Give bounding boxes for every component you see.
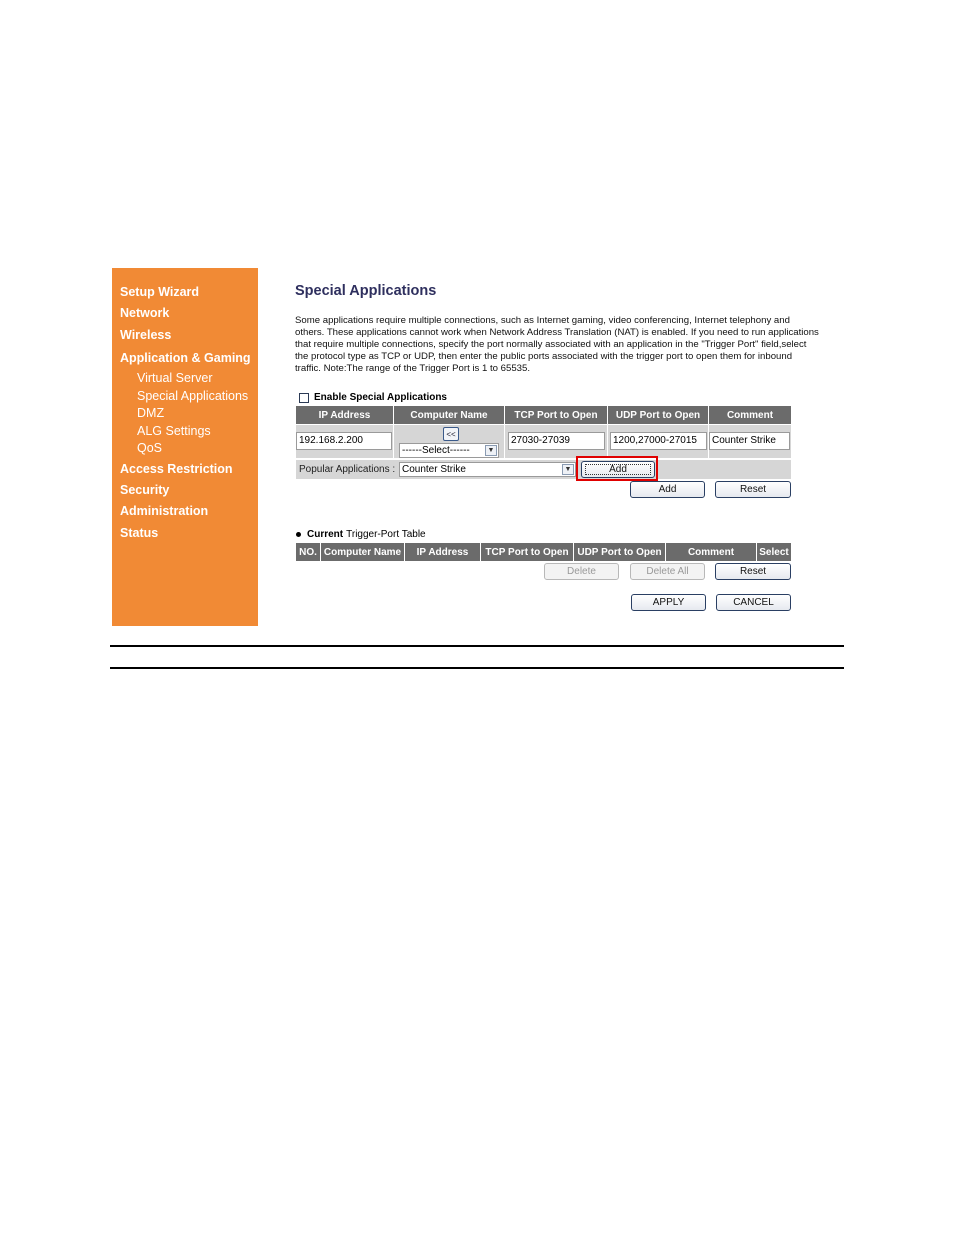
nav-special-applications[interactable]: Special Applications — [137, 389, 248, 403]
nav-status[interactable]: Status — [120, 526, 158, 540]
chevron-down-icon[interactable]: ▼ — [485, 445, 497, 456]
popular-applications-value: Counter Strike — [402, 464, 466, 475]
nav-virtual-server[interactable]: Virtual Server — [137, 371, 213, 385]
chevron-down-icon[interactable]: ▼ — [562, 464, 574, 475]
header-tcp-port: TCP Port to Open — [505, 406, 608, 424]
nav-administration[interactable]: Administration — [120, 504, 208, 518]
apply-button[interactable]: APPLY — [631, 594, 706, 611]
delete-button[interactable]: Delete — [544, 563, 619, 580]
sidebar-nav: Setup Wizard Network Wireless Applicatio… — [112, 268, 258, 626]
comment-input[interactable]: Counter Strike — [709, 432, 790, 450]
divider-line — [110, 645, 844, 647]
enable-special-applications[interactable]: Enable Special Applications — [299, 392, 447, 403]
add-button[interactable]: Add — [630, 481, 705, 498]
bullet-icon — [296, 532, 301, 537]
table-title-bold: Current — [307, 529, 344, 540]
nav-dmz[interactable]: DMZ — [137, 406, 164, 420]
table-reset-button[interactable]: Reset — [715, 563, 791, 580]
nav-qos[interactable]: QoS — [137, 441, 162, 455]
nav-application-gaming[interactable]: Application & Gaming — [120, 351, 251, 365]
table-header-ip-address: IP Address — [405, 543, 481, 561]
popular-applications-select[interactable]: Counter Strike ▼ — [399, 462, 576, 477]
table-header-no: NO. — [296, 543, 321, 561]
header-ip-address: IP Address — [296, 406, 394, 424]
cancel-button[interactable]: CANCEL — [716, 594, 791, 611]
delete-all-button[interactable]: Delete All — [630, 563, 705, 580]
nav-network[interactable]: Network — [120, 306, 169, 320]
table-title-rest: Trigger-Port Table — [346, 529, 426, 540]
udp-port-input[interactable]: 1200,27000-27015 — [610, 432, 707, 450]
header-comment: Comment — [709, 406, 791, 424]
ip-address-input[interactable]: 192.168.2.200 — [296, 432, 392, 450]
table-header-computer-name: Computer Name — [321, 543, 405, 561]
nav-security[interactable]: Security — [120, 483, 169, 497]
reset-button[interactable]: Reset — [715, 481, 791, 498]
tcp-port-input[interactable]: 27030-27039 — [508, 432, 605, 450]
page-title: Special Applications — [295, 283, 437, 299]
trigger-port-table-title: Current Trigger-Port Table — [296, 529, 426, 540]
table-header-comment: Comment — [666, 543, 757, 561]
enable-checkbox[interactable] — [299, 392, 309, 403]
nav-alg-settings[interactable]: ALG Settings — [137, 424, 211, 438]
table-header-select: Select — [757, 543, 791, 561]
page-description: Some applications require multiple conne… — [295, 315, 819, 375]
nav-wireless[interactable]: Wireless — [120, 328, 171, 342]
header-computer-name: Computer Name — [394, 406, 505, 424]
computer-name-select[interactable]: ------Select------ ▼ — [399, 443, 499, 458]
divider-line — [110, 667, 844, 669]
computer-name-select-value: ------Select------ — [402, 445, 470, 456]
enable-label: Enable Special Applications — [314, 392, 447, 403]
nav-setup-wizard[interactable]: Setup Wizard — [120, 285, 199, 299]
table-header-udp-port: UDP Port to Open — [574, 543, 666, 561]
table-header-tcp-port: TCP Port to Open — [481, 543, 574, 561]
popular-applications-label: Popular Applications : — [299, 464, 396, 475]
nav-access-restriction[interactable]: Access Restriction — [120, 462, 233, 476]
header-udp-port: UDP Port to Open — [608, 406, 709, 424]
copy-computer-name-button[interactable]: << — [443, 427, 459, 441]
highlight-box — [576, 456, 658, 481]
